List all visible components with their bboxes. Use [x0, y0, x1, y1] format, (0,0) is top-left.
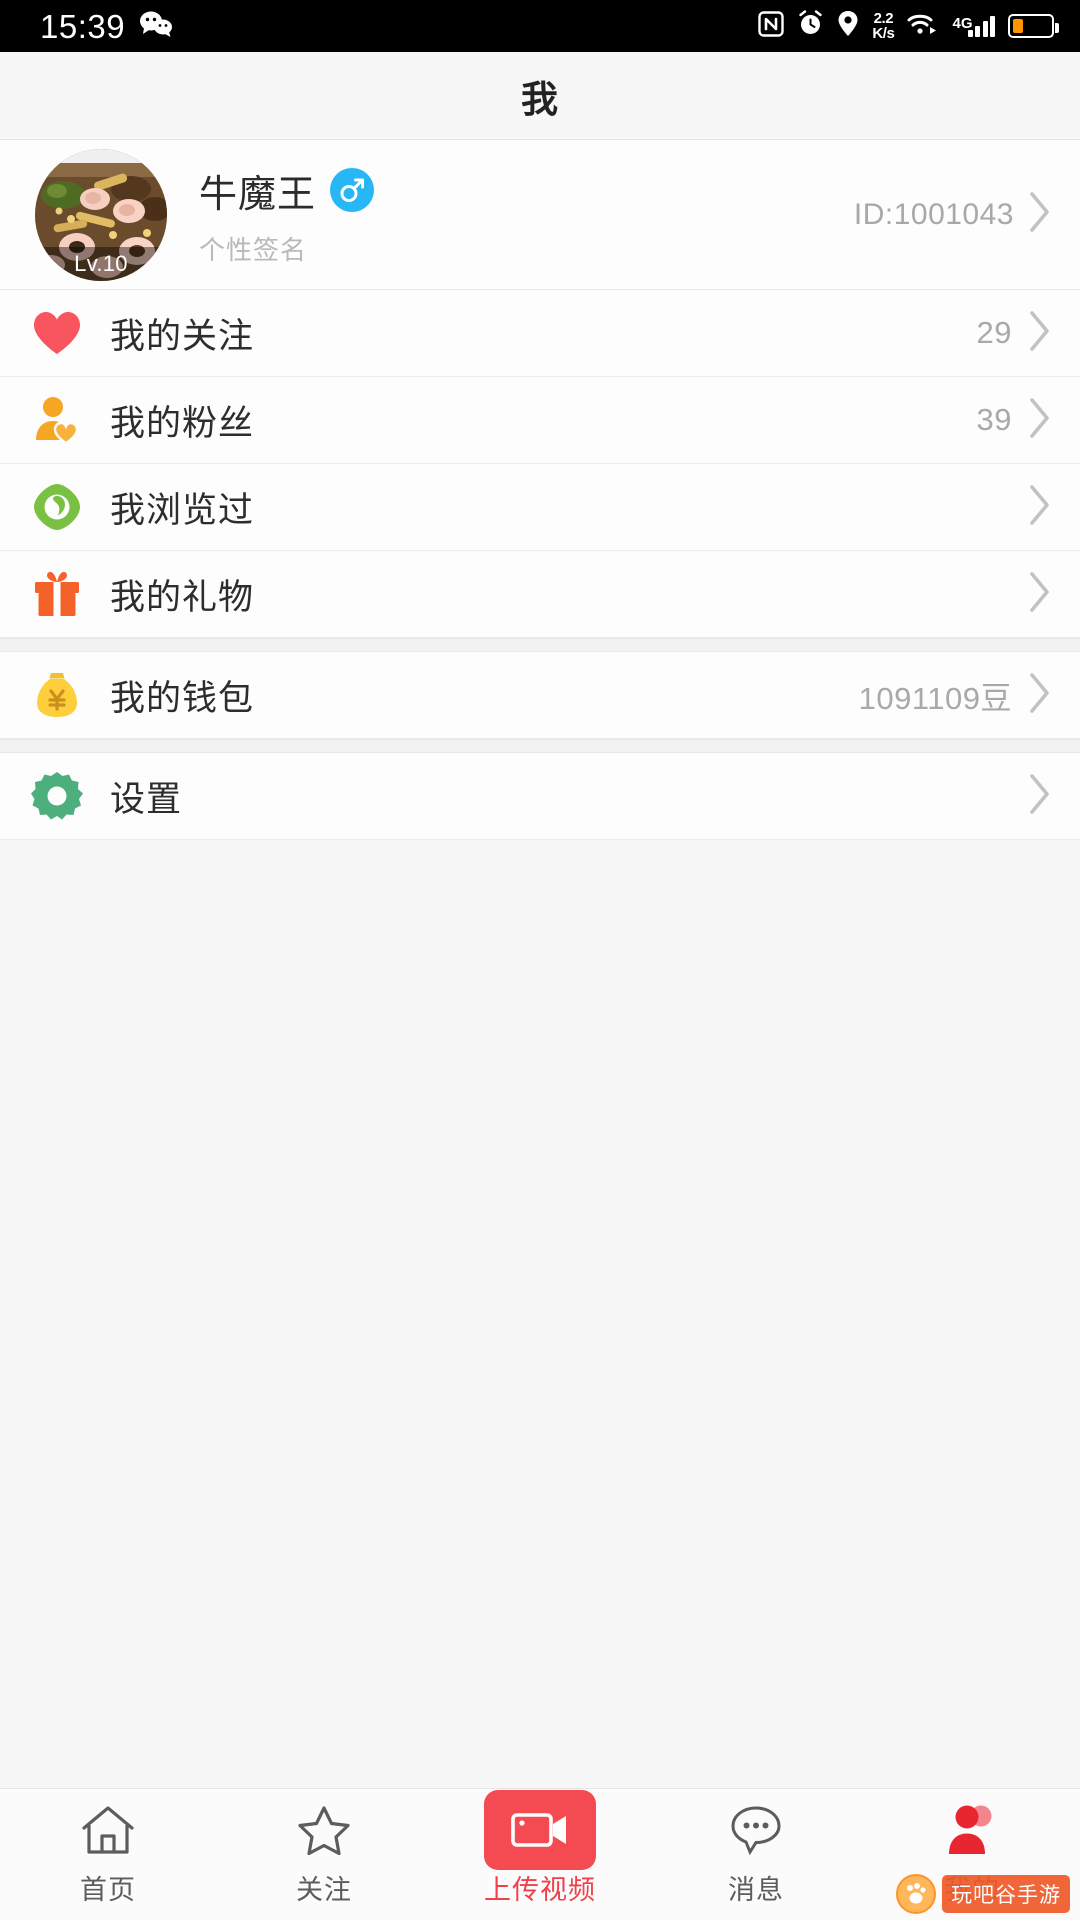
gear-icon [26, 765, 88, 827]
chevron-right-icon [1028, 190, 1052, 239]
menu-item-value: 29 [976, 315, 1012, 350]
menu-item-label: 我的钱包 [110, 678, 255, 718]
nav-item-label: 消息 [728, 1875, 784, 1905]
nav-item-label: 上传视频 [484, 1875, 596, 1905]
menu-item-value: 39 [976, 402, 1012, 437]
app-screen: 15:39 2.2 K/s 4G 我 Lv.10 牛魔王 个性签名 ID:100… [0, 0, 1080, 1920]
avatar[interactable]: Lv.10 [35, 148, 167, 281]
nav-item-messages[interactable]: 消息 [648, 1789, 864, 1920]
menu-item-my-wallet[interactable]: 我的钱包 1091109豆 [0, 652, 1080, 739]
watermark-text: 玩吧谷手游 [942, 1875, 1070, 1913]
chevron-right-icon [1028, 396, 1052, 445]
paw-badge-icon [896, 1874, 936, 1914]
profile-signature: 个性签名 [199, 234, 308, 265]
network-speed-unit: K/s [872, 25, 895, 42]
menu-item-label: 我的礼物 [110, 577, 255, 617]
profile-info: 牛魔王 个性签名 [199, 163, 854, 267]
signal-bars-icon [967, 15, 995, 37]
wallet-money-bag-icon [26, 664, 88, 726]
level-badge: Lv.10 [35, 246, 167, 281]
home-icon [80, 1802, 136, 1858]
person-icon [944, 1802, 1000, 1858]
heart-icon [26, 302, 88, 364]
chevron-right-icon [1028, 772, 1052, 821]
status-bar: 15:39 2.2 K/s 4G [0, 0, 1080, 52]
menu-item-label: 我浏览过 [110, 490, 255, 530]
profile-nickname: 牛魔王 [199, 173, 317, 216]
main-content: Lv.10 牛魔王 个性签名 ID:1001043 我的关注 29 我的粉丝 3… [0, 140, 1080, 1788]
nav-item-label: 关注 [296, 1875, 352, 1905]
menu-item-value: 1091109豆 [858, 680, 1012, 716]
profile-user-id: ID:1001043 [853, 197, 1014, 231]
menu-item-my-following[interactable]: 我的关注 29 [0, 290, 1080, 377]
network-speed-indicator: 2.2 K/s [872, 10, 895, 42]
menu-item-label: 设置 [110, 779, 183, 819]
nav-item-home[interactable]: 首页 [0, 1789, 216, 1920]
eye-icon [26, 476, 88, 538]
chevron-right-icon [1028, 570, 1052, 619]
profile-name-line: 牛魔王 [199, 163, 854, 218]
menu-item-settings[interactable]: 设置 [0, 753, 1080, 840]
wechat-icon [139, 10, 173, 43]
signal-indicator: 4G [952, 15, 995, 37]
section-divider [0, 739, 1080, 753]
nfc-icon [758, 10, 785, 42]
nav-item-following[interactable]: 关注 [216, 1789, 432, 1920]
nav-item-label: 首页 [80, 1875, 136, 1905]
section-divider [0, 638, 1080, 652]
watermark: 玩吧谷手游 [896, 1874, 1070, 1914]
profile-right: ID:1001043 [854, 190, 1052, 239]
upload-video-chip[interactable] [484, 1790, 596, 1870]
chevron-right-icon [1028, 671, 1052, 720]
location-icon [837, 10, 859, 42]
menu-item-my-gifts[interactable]: 我的礼物 [0, 551, 1080, 638]
bottom-navigation-bar: 首页 关注 上传视频 消息 玩吧谷手游 [0, 1788, 1080, 1920]
profile-row[interactable]: Lv.10 牛魔王 个性签名 ID:1001043 [0, 140, 1080, 290]
male-gender-icon [330, 168, 375, 212]
status-bar-left: 15:39 [40, 10, 173, 43]
fans-person-heart-icon [26, 389, 88, 451]
menu-item-label: 我的粉丝 [110, 403, 255, 443]
chevron-right-icon [1028, 483, 1052, 532]
status-bar-right: 2.2 K/s 4G [758, 10, 1059, 42]
menu-item-my-fans[interactable]: 我的粉丝 39 [0, 377, 1080, 464]
status-clock: 15:39 [40, 7, 126, 45]
network-speed-value: 2.2 [873, 10, 894, 27]
menu-item-my-browsed[interactable]: 我浏览过 [0, 464, 1080, 551]
battery-icon [1008, 14, 1059, 38]
alarm-icon [797, 10, 824, 42]
chat-bubble-icon [728, 1802, 784, 1858]
menu-item-label: 我的关注 [110, 316, 255, 356]
chevron-right-icon [1028, 309, 1052, 358]
nav-item-upload-video[interactable]: 上传视频 [432, 1789, 648, 1920]
title-bar: 我 [0, 52, 1080, 140]
video-camera-icon [484, 1790, 596, 1870]
star-icon [296, 1802, 352, 1858]
wifi-icon [907, 11, 939, 42]
page-title: 我 [521, 78, 559, 120]
gift-icon [26, 563, 88, 625]
